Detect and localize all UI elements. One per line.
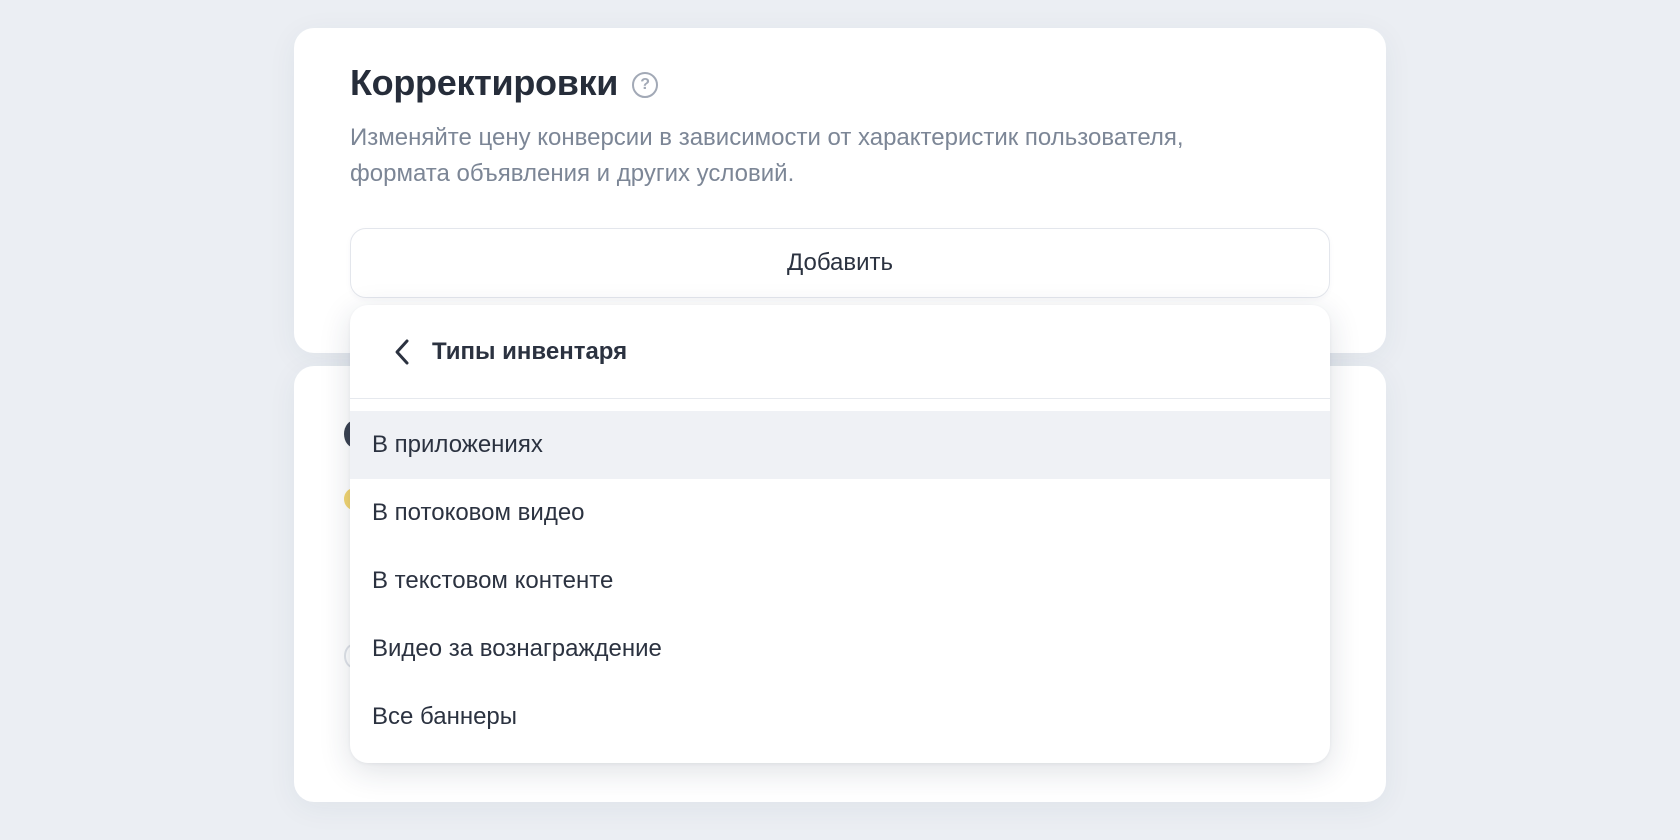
option-streaming-video[interactable]: В потоковом видео [350,479,1330,547]
option-text-content[interactable]: В текстовом контенте [350,547,1330,615]
page-title: Корректировки [350,62,619,103]
dropdown-title: Типы инвентаря [432,337,628,365]
option-all-banners[interactable]: Все баннеры [350,683,1330,751]
chevron-left-icon[interactable] [388,338,416,366]
add-button[interactable]: Добавить [350,228,1330,298]
question-circle-icon[interactable]: ? [632,72,659,98]
dropdown-header: Типы инвентаря [350,305,1330,399]
adjustments-description: Изменяйте цену конверсии в зависимости о… [350,124,1184,187]
inventory-types-dropdown: Типы инвентаря В приложениях В потоковом… [350,305,1330,763]
option-in-apps[interactable]: В приложениях [350,411,1330,479]
title-row: Корректировки ? [350,62,659,104]
options-list: В приложениях В потоковом видео В тексто… [350,399,1330,751]
option-rewarded-video[interactable]: Видео за вознаграждение [350,615,1330,683]
